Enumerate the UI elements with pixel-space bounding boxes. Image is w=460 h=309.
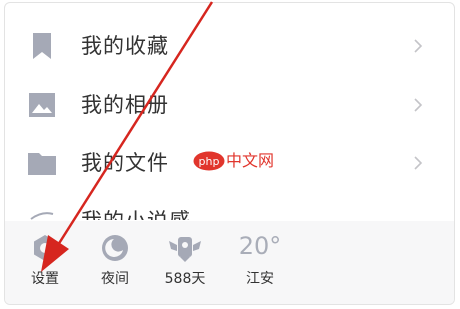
watermark-text: 中文网 <box>226 151 275 170</box>
bookmark-icon <box>33 33 51 59</box>
days-badge[interactable]: 588天 <box>150 221 220 304</box>
folder-icon <box>28 153 56 175</box>
days-label: 588天 <box>164 271 206 287</box>
novel-icon <box>30 212 54 220</box>
bottom-toolbar: 设置 夜间 588天 20° 江安 <box>5 221 454 304</box>
chevron-right-icon <box>414 156 423 170</box>
menu-item-favorites-label: 我的收藏 <box>81 34 169 58</box>
menu-item-files-label: 我的文件 <box>81 151 169 175</box>
php-logo-text: php <box>199 155 220 168</box>
menu-item-favorites[interactable]: 我的收藏 <box>5 17 454 75</box>
moon-icon <box>102 235 128 261</box>
badge-wings-icon <box>169 237 201 262</box>
app-menu-panel: 我的收藏 我的相册 我的文件 我的小说感 php 中 <box>4 2 455 305</box>
php-logo: php <box>193 151 225 171</box>
chevron-right-icon <box>414 98 423 112</box>
weather-widget[interactable]: 20° 江安 <box>225 221 295 304</box>
image-icon <box>29 93 55 117</box>
gear-icon <box>34 235 56 261</box>
watermark: php 中文网 <box>193 151 283 173</box>
settings-label: 设置 <box>31 271 59 287</box>
chevron-right-icon <box>414 39 423 53</box>
temperature-value: 20° <box>238 232 282 260</box>
settings-button[interactable]: 设置 <box>10 221 80 304</box>
menu-item-novel-label[interactable]: 我的小说感 <box>81 206 191 220</box>
menu-item-album-label: 我的相册 <box>81 93 169 117</box>
night-mode-button[interactable]: 夜间 <box>80 221 150 304</box>
night-mode-label: 夜间 <box>101 271 129 287</box>
menu-item-album[interactable]: 我的相册 <box>5 76 454 134</box>
location-label: 江安 <box>246 271 274 287</box>
